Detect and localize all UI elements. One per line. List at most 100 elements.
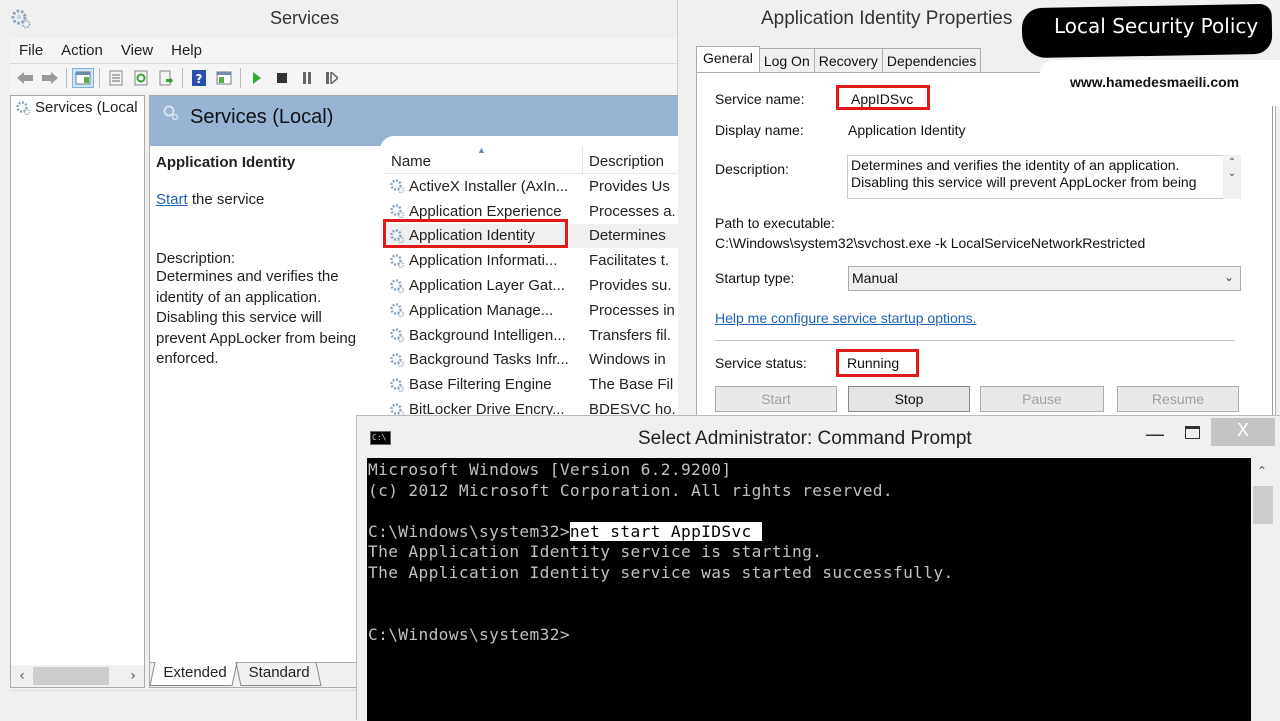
- tab-general[interactable]: General: [696, 46, 760, 73]
- start-button[interactable]: Start: [715, 386, 837, 412]
- scrollbar-thumb[interactable]: [1253, 486, 1273, 524]
- console-prompt-line: C:\Windows\system32>: [368, 624, 570, 644]
- toolbar-separator: [66, 68, 67, 88]
- help-icon[interactable]: ?: [188, 68, 210, 88]
- service-description-cell: Provides su.: [589, 277, 672, 295]
- description-field[interactable]: Determines and verifies the identity of …: [847, 155, 1241, 199]
- detail-description-label: Description:: [156, 250, 236, 267]
- service-row[interactable]: ActiveX Installer (AxIn... Provides Us: [385, 174, 678, 199]
- service-row[interactable]: Application Experience Processes a.: [385, 199, 678, 224]
- description-scrollbar[interactable]: ⌃ ⌄: [1223, 155, 1241, 199]
- service-name-cell: Application Identity: [385, 227, 583, 244]
- service-name-cell: Background Intelligen...: [385, 327, 583, 344]
- service-detail-panel: Application Identity Start the service D…: [156, 152, 366, 370]
- tab-recovery[interactable]: Recovery: [813, 48, 883, 72]
- selected-command-text[interactable]: net start AppIDSvc: [569, 521, 762, 541]
- scroll-up-icon[interactable]: ⌃: [1257, 464, 1267, 478]
- menu-view[interactable]: View: [121, 42, 153, 59]
- chevron-down-icon: ⌄: [1223, 270, 1234, 284]
- service-name-cell: Application Manage...: [385, 302, 583, 319]
- column-header-description[interactable]: Description: [583, 146, 664, 173]
- help-configure-startup-link[interactable]: Help me configure service startup option…: [715, 310, 976, 326]
- banner-title: Local Security Policy: [1054, 14, 1259, 38]
- maximize-icon[interactable]: [1185, 426, 1200, 439]
- service-name: Application Experience: [409, 202, 562, 220]
- properties-icon[interactable]: [105, 68, 127, 88]
- service-name-cell: Background Tasks Infr...: [385, 351, 583, 368]
- general-tab-panel: Service name: AppIDSvc Display name: App…: [696, 72, 1276, 420]
- menu-file[interactable]: File: [19, 42, 43, 59]
- cmd-titlebar[interactable]: C:\ Select Administrator: Command Prompt…: [357, 416, 1280, 458]
- tab-standard[interactable]: Standard: [235, 662, 322, 686]
- service-row[interactable]: Background Tasks Infr... Windows in: [385, 348, 678, 373]
- service-row[interactable]: Application Manage... Processes in: [385, 298, 678, 323]
- service-gear-icon: [390, 229, 405, 244]
- start-service-link[interactable]: Start: [156, 191, 188, 208]
- service-gear-icon: [390, 204, 405, 219]
- tab-extended[interactable]: Extended: [150, 662, 238, 686]
- show-hide-console-tree-icon[interactable]: [72, 68, 94, 88]
- service-row[interactable]: Application Layer Gat... Provides su.: [385, 273, 678, 298]
- stop-button[interactable]: Stop: [848, 386, 970, 412]
- menu-help[interactable]: Help: [171, 42, 202, 59]
- console-line: The Application Identity service is star…: [368, 542, 823, 562]
- display-name-label: Display name:: [715, 122, 804, 138]
- sort-ascending-icon: ▲: [477, 145, 486, 155]
- service-row[interactable]: Base Filtering Engine The Base Fil: [385, 372, 678, 397]
- services-header-gear-icon: [163, 105, 179, 121]
- tab-log-on[interactable]: Log On: [758, 48, 815, 72]
- scroll-down-icon[interactable]: ⌄: [1223, 168, 1241, 179]
- show-action-pane-icon[interactable]: [213, 68, 235, 88]
- service-status-value: Running: [847, 355, 900, 371]
- tree-item-services-local[interactable]: Services (Local: [15, 99, 143, 116]
- tree-item-label: Services (Local: [35, 99, 138, 116]
- start-service-icon[interactable]: [246, 68, 268, 88]
- list-header: ▲ Name Description: [385, 145, 678, 174]
- service-row[interactable]: Application Identity Determines: [385, 223, 678, 249]
- close-button[interactable]: X: [1211, 418, 1275, 446]
- service-name-cell: Application Informati...: [385, 252, 583, 269]
- scroll-up-icon[interactable]: ⌃: [1223, 157, 1241, 168]
- service-row[interactable]: Background Intelligen... Transfers fil.: [385, 323, 678, 348]
- path-label: Path to executable:: [715, 215, 835, 231]
- stop-service-icon[interactable]: [271, 68, 293, 88]
- resume-button[interactable]: Resume: [1117, 386, 1239, 412]
- scrollbar-thumb[interactable]: [33, 667, 109, 685]
- pause-button[interactable]: Pause: [980, 386, 1104, 412]
- tab-dependencies[interactable]: Dependencies: [881, 48, 982, 72]
- back-icon[interactable]: [14, 68, 36, 88]
- service-name: ActiveX Installer (AxIn...: [409, 177, 569, 195]
- menu-bar: File Action View Help: [10, 38, 677, 64]
- services-header-title: Services (Local): [190, 106, 334, 128]
- menu-action[interactable]: Action: [61, 42, 103, 59]
- detail-description-text: Determines and verifies the identity of …: [156, 268, 357, 367]
- forward-icon[interactable]: [39, 68, 61, 88]
- refresh-icon[interactable]: [130, 68, 152, 88]
- startup-type-select[interactable]: Manual ⌄: [848, 266, 1241, 291]
- console-line: Microsoft Windows [Version 6.2.9200]: [368, 460, 732, 479]
- services-titlebar: Services: [0, 0, 677, 38]
- service-description-cell: Determines: [589, 227, 666, 245]
- column-header-name[interactable]: ▲ Name: [385, 145, 583, 173]
- service-name-cell: Application Layer Gat...: [385, 277, 583, 294]
- service-row[interactable]: Application Informati... Facilitates t.: [385, 248, 678, 273]
- export-list-icon[interactable]: [155, 68, 177, 88]
- service-name-cell: Base Filtering Engine: [385, 376, 583, 393]
- scroll-left-icon[interactable]: ‹: [11, 668, 33, 684]
- cmd-app-icon: C:\: [370, 431, 391, 445]
- minimize-icon[interactable]: —: [1145, 422, 1165, 446]
- scroll-right-icon[interactable]: ›: [122, 668, 144, 684]
- service-gear-icon: [390, 303, 405, 318]
- cmd-vertical-scrollbar[interactable]: ⌃: [1251, 458, 1277, 721]
- tree-horizontal-scrollbar[interactable]: ‹ ›: [11, 665, 144, 687]
- service-gear-icon: [390, 353, 405, 368]
- service-status-label: Service status:: [715, 355, 807, 371]
- console-prompt: C:\Windows\system32>: [368, 521, 570, 541]
- properties-tabs: General Log On Recovery Dependencies: [696, 46, 982, 73]
- console-output[interactable]: Microsoft Windows [Version 6.2.9200] (c)…: [367, 458, 1251, 721]
- pause-service-icon[interactable]: [296, 68, 318, 88]
- restart-service-icon[interactable]: [321, 68, 343, 88]
